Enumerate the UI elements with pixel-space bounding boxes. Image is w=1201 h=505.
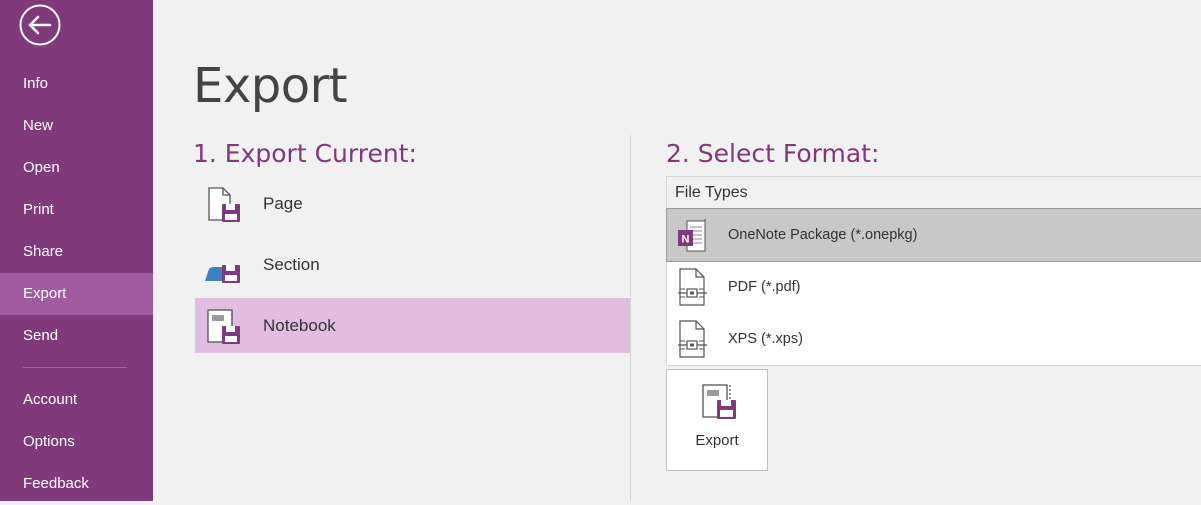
xps-file-icon <box>678 320 707 358</box>
nav-label: New <box>23 117 54 134</box>
export-button[interactable]: Export <box>666 369 768 471</box>
back-arrow-icon <box>19 4 61 46</box>
nav-open[interactable]: Open <box>0 147 153 189</box>
nav-account[interactable]: Account <box>0 379 153 421</box>
format-label: OneNote Package (*.onepkg) <box>728 227 918 243</box>
nav-print[interactable]: Print <box>0 189 153 231</box>
nav-label: Feedback <box>23 475 89 492</box>
export-current-heading: 1. Export Current: <box>193 139 417 168</box>
scope-label: Page <box>263 194 303 213</box>
export-save-icon <box>702 384 736 419</box>
back-button[interactable] <box>19 4 61 46</box>
scope-page[interactable]: Page <box>195 176 630 231</box>
file-types-list: File Types N OneNote Package (*.onepkg) … <box>666 176 1201 366</box>
format-label: PDF (*.pdf) <box>728 279 801 295</box>
nav-label: Open <box>23 159 60 176</box>
nav-feedback[interactable]: Feedback <box>0 463 153 505</box>
file-types-header-label: File Types <box>675 184 748 201</box>
nav-label: Options <box>23 433 75 450</box>
nav-info[interactable]: Info <box>0 63 153 105</box>
nav-share[interactable]: Share <box>0 231 153 273</box>
nav-export[interactable]: Export <box>0 273 153 315</box>
format-label: XPS (*.xps) <box>728 331 803 347</box>
nav-label: Send <box>23 327 59 344</box>
nav-label: Print <box>23 201 54 218</box>
nav-send[interactable]: Send <box>0 315 153 357</box>
backstage-sidebar: Info New Open Print Share Export Send Ac… <box>0 0 153 501</box>
format-onepkg[interactable]: N OneNote Package (*.onepkg) <box>666 208 1201 262</box>
scope-section[interactable]: Section <box>195 237 630 292</box>
nav-label: Account <box>23 391 78 408</box>
scope-label: Section <box>263 255 320 274</box>
notebook-save-icon <box>207 309 240 344</box>
pdf-file-icon <box>678 268 707 306</box>
onenote-package-icon: N <box>678 219 706 252</box>
scope-label: Notebook <box>263 316 336 335</box>
file-types-header: File Types <box>667 177 1201 209</box>
nav-label: Info <box>23 75 49 92</box>
column-divider <box>630 135 631 501</box>
nav-divider <box>23 367 127 368</box>
page-title: Export <box>193 58 348 114</box>
format-pdf[interactable]: PDF (*.pdf) <box>667 261 1201 313</box>
nav-label: Share <box>23 243 64 260</box>
section-save-icon <box>205 265 240 283</box>
nav-label: Export <box>23 285 67 302</box>
nav-options[interactable]: Options <box>0 421 153 463</box>
export-button-label: Export <box>695 432 739 449</box>
format-xps[interactable]: XPS (*.xps) <box>667 313 1201 365</box>
select-format-heading: 2. Select Format: <box>666 139 880 168</box>
svg-text:N: N <box>682 234 690 246</box>
page-save-icon <box>208 187 240 222</box>
nav-new[interactable]: New <box>0 105 153 147</box>
scope-notebook[interactable]: Notebook <box>195 298 630 353</box>
